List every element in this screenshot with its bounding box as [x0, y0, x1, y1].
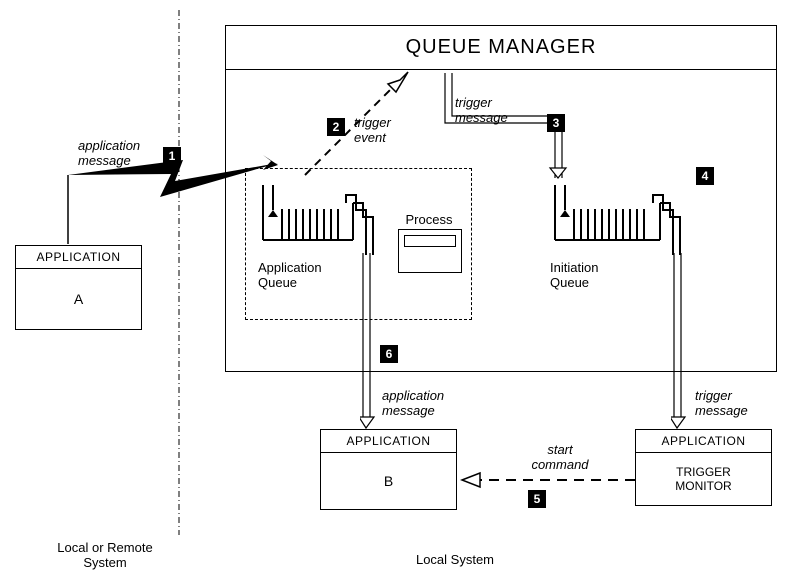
system-divider — [178, 10, 180, 535]
application-a-header: APPLICATION — [16, 246, 141, 269]
initiation-queue-label: Initiation Queue — [550, 260, 690, 290]
arrow-step-5 — [460, 470, 640, 490]
step-4: 4 — [696, 167, 714, 185]
arrow-step-4 — [671, 253, 691, 431]
step-5: 5 — [528, 490, 546, 508]
process-block: Process — [398, 212, 460, 273]
step-3: 3 — [547, 114, 565, 132]
step-2: 2 — [327, 118, 345, 136]
region-right-label: Local System — [380, 552, 530, 567]
label-application-message-bottom: application message — [382, 388, 444, 418]
application-a-name: A — [16, 269, 141, 329]
label-application-message-top: application message — [78, 138, 140, 168]
label-trigger-message-top: trigger message — [455, 95, 508, 125]
step-6: 6 — [380, 345, 398, 363]
process-label: Process — [398, 212, 460, 227]
application-a: APPLICATION A — [15, 245, 142, 330]
arrow-step-6 — [360, 253, 380, 431]
application-b: APPLICATION B — [320, 429, 457, 510]
trigger-monitor-header: APPLICATION — [636, 430, 771, 453]
label-start-command: start command — [520, 442, 600, 472]
label-trigger-message-bottom: trigger message — [695, 388, 748, 418]
queue-manager-title: QUEUE MANAGER — [226, 26, 776, 69]
arrow-step-3 — [440, 73, 620, 188]
label-trigger-event: trigger event — [354, 115, 391, 145]
initiation-queue: Initiation Queue — [550, 185, 690, 305]
trigger-monitor: APPLICATION TRIGGER MONITOR — [635, 429, 772, 506]
trigger-monitor-name: TRIGGER MONITOR — [636, 453, 771, 505]
application-b-header: APPLICATION — [321, 430, 456, 453]
application-b-name: B — [321, 453, 456, 509]
step-1: 1 — [163, 147, 181, 165]
region-left-label: Local or Remote System — [40, 540, 170, 570]
